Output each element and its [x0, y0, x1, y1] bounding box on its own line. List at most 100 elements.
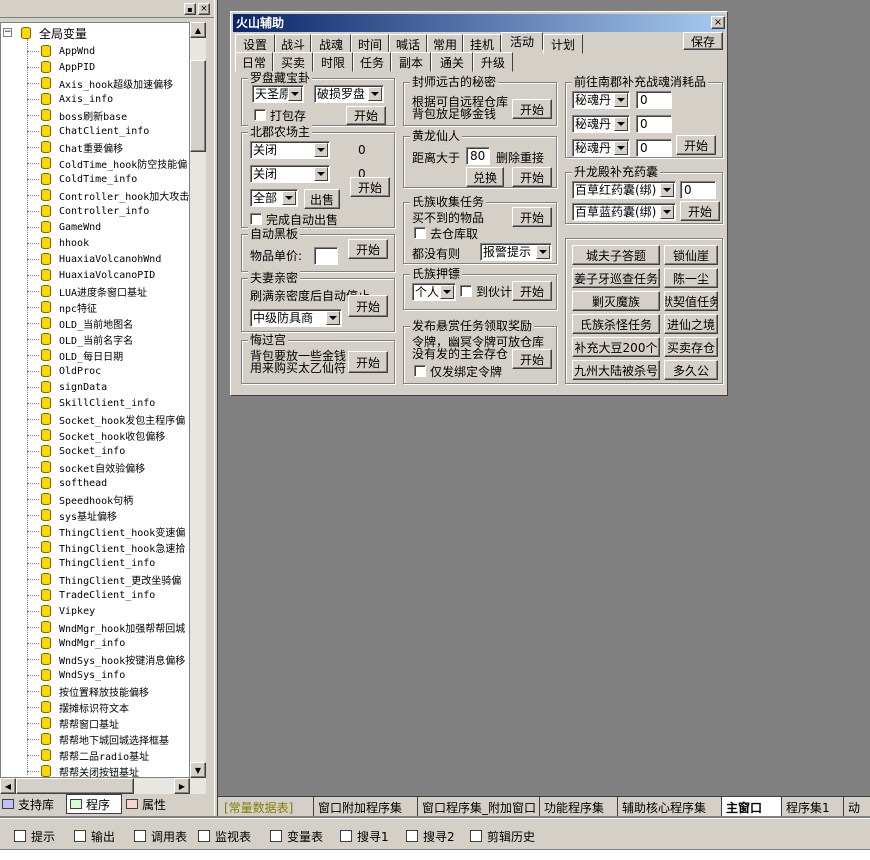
- tree-item[interactable]: 按位置释放技能偏移: [41, 683, 149, 699]
- left-tab-program[interactable]: 程序: [66, 794, 122, 814]
- tree-item[interactable]: SkillClient_info: [41, 395, 155, 411]
- clan-collect-alarm-select[interactable]: 报警提示: [480, 243, 552, 261]
- toolbar-item[interactable]: 提示: [14, 826, 55, 846]
- tree-item[interactable]: boss刷新base: [41, 107, 127, 123]
- toolbar-item[interactable]: 搜寻1: [340, 826, 389, 846]
- tab-6[interactable]: 常用: [427, 34, 463, 54]
- tab-row2-5[interactable]: 副本: [391, 52, 431, 72]
- tree-item[interactable]: OLD_当前地图名: [41, 315, 133, 331]
- hscroll-thumb[interactable]: [16, 778, 134, 794]
- tree-item[interactable]: OldProc: [41, 363, 101, 379]
- editor-tab[interactable]: [常量数据表]: [220, 797, 314, 816]
- tree-item[interactable]: hhook: [41, 235, 89, 251]
- farm-sell-button[interactable]: 出售: [304, 189, 340, 209]
- tree-item[interactable]: Socket_hook收包偏移: [41, 427, 165, 443]
- editor-tab[interactable]: 窗口程序集_附加窗口: [418, 797, 540, 816]
- blackboard-start-button[interactable]: 开始: [348, 239, 388, 259]
- toolbar-item[interactable]: 调用表: [134, 826, 187, 846]
- quick-task-button[interactable]: 默契值任务: [664, 291, 718, 311]
- window-close-button[interactable]: ×: [711, 16, 725, 29]
- toolbar-item[interactable]: 输出: [74, 826, 115, 846]
- editor-tab[interactable]: 功能程序集: [540, 797, 618, 816]
- tree-item[interactable]: 帮帮二品radio基址: [41, 747, 149, 763]
- hscroll-left-button[interactable]: ◀: [0, 778, 16, 794]
- tree-item[interactable]: WndMgr_hook加强帮帮回城: [41, 619, 185, 635]
- tab-row2-2[interactable]: 买卖: [273, 52, 313, 72]
- clan-collect-warehouse-checkbox[interactable]: [414, 227, 426, 239]
- huanglong-distance-input[interactable]: 80: [466, 147, 490, 165]
- couple-start-button[interactable]: 开始: [348, 295, 388, 317]
- project-tree[interactable]: − 全局变量 AppWnd AppPID Axis_hook超级加速偏移 Axis_i…: [0, 22, 190, 778]
- tree-item[interactable]: TradeClient_info: [41, 587, 155, 603]
- warsoul-qty-1[interactable]: 0: [636, 91, 672, 109]
- quick-task-button[interactable]: 姜子牙巡查任务: [572, 268, 660, 288]
- editor-tab[interactable]: 窗口附加程序集: [314, 797, 418, 816]
- farm-select-3[interactable]: 全部: [250, 189, 298, 207]
- tree-item[interactable]: LUA进度条窗口基址: [41, 283, 147, 299]
- editor-tab[interactable]: 动: [844, 797, 870, 816]
- warsoul-qty-3[interactable]: 0: [636, 139, 672, 157]
- tree-item[interactable]: 帮帮关闭按钮基址: [41, 763, 139, 777]
- tree-item[interactable]: Socket_info: [41, 443, 125, 459]
- tree-item[interactable]: ThingClient_hook急速拾: [41, 539, 185, 555]
- bounty-start-button[interactable]: 开始: [512, 349, 552, 369]
- potion-qty-1[interactable]: 0: [680, 181, 716, 199]
- tree-item[interactable]: Axis_info: [41, 91, 113, 107]
- left-tab-property[interactable]: 属性: [126, 795, 186, 813]
- compass-item-select[interactable]: 破损罗盘: [314, 85, 384, 103]
- farm-auto-sell-checkbox[interactable]: [250, 213, 262, 225]
- tree-item[interactable]: 摆摊标识符文本: [41, 699, 129, 715]
- tab-2[interactable]: 战斗: [275, 34, 311, 54]
- escort-mode-select[interactable]: 个人: [412, 283, 456, 301]
- tree-item[interactable]: HuaxiaVolcanohWnd: [41, 251, 161, 267]
- quick-task-button[interactable]: 买卖存仓: [664, 337, 718, 357]
- tab-row2-7[interactable]: 升级: [473, 52, 513, 72]
- toolbar-item[interactable]: 剪辑历史: [470, 826, 535, 846]
- potion-select-2[interactable]: 百草蓝药囊(绑): [572, 203, 676, 221]
- compass-start-button[interactable]: 开始: [346, 106, 386, 125]
- tree-root-label[interactable]: 全局变量: [39, 27, 87, 41]
- compass-map-select[interactable]: 天圣原: [252, 85, 304, 103]
- tree-item[interactable]: sys基址偏移: [41, 507, 117, 523]
- toolbar-item[interactable]: 监视表: [198, 826, 251, 846]
- tab-8[interactable]: 活动: [501, 32, 543, 50]
- left-tab-support[interactable]: 支持库: [2, 795, 62, 813]
- blackboard-price-input[interactable]: [314, 247, 338, 265]
- tab-7[interactable]: 挂机: [463, 34, 501, 54]
- tree-item[interactable]: HuaxiaVolcanoPID: [41, 267, 155, 283]
- tree-item[interactable]: WndSys_info: [41, 667, 125, 683]
- tree-item[interactable]: Controller_hook加大攻击: [41, 187, 189, 203]
- toolbar-item[interactable]: 搜寻2: [406, 826, 455, 846]
- tree-item[interactable]: softhead: [41, 475, 107, 491]
- tree-item[interactable]: signData: [41, 379, 107, 395]
- tree-item[interactable]: AppWnd: [41, 43, 95, 59]
- couple-shop-select[interactable]: 中级防具商: [250, 309, 342, 327]
- quick-task-button[interactable]: 补充大豆200个: [572, 337, 660, 357]
- tree-item[interactable]: WndMgr_info: [41, 635, 125, 651]
- tree-item[interactable]: Speedhook句柄: [41, 491, 133, 507]
- repent-start-button[interactable]: 开始: [348, 351, 388, 373]
- quick-task-button[interactable]: 陈一尘: [664, 268, 718, 288]
- clan-collect-start-button[interactable]: 开始: [512, 207, 552, 227]
- toolbar-item[interactable]: 变量表: [270, 826, 323, 846]
- editor-tab[interactable]: 程序集1: [782, 797, 844, 816]
- warsoul-start-button[interactable]: 开始: [676, 135, 716, 155]
- hscroll-right-button[interactable]: ▶: [174, 778, 190, 794]
- huanglong-exchange-button[interactable]: 兑换: [466, 167, 504, 187]
- editor-tab[interactable]: 主窗口: [722, 797, 782, 816]
- tab-row2-6[interactable]: 通关: [431, 52, 473, 72]
- farm-select-1[interactable]: 关闭: [250, 141, 330, 159]
- warsoul-select-2[interactable]: 秘魂丹: [572, 115, 630, 133]
- tree-item[interactable]: GameWnd: [41, 219, 101, 235]
- farm-select-2[interactable]: 关闭: [250, 165, 330, 183]
- scroll-thumb[interactable]: [190, 60, 206, 152]
- tree-item[interactable]: Vipkey: [41, 603, 95, 619]
- panel-pin-button[interactable]: ▪: [184, 3, 196, 15]
- tree-hscrollbar[interactable]: ◀ ▶: [0, 778, 206, 794]
- window-titlebar[interactable]: 火山辅助 ×: [233, 14, 725, 32]
- tab-row2-3[interactable]: 时限: [313, 52, 353, 72]
- tab-9[interactable]: 计划: [543, 34, 583, 54]
- warsoul-qty-2[interactable]: 0: [636, 115, 672, 133]
- compass-pack-checkbox[interactable]: [254, 109, 266, 121]
- tree-scrollbar[interactable]: ▲ ▼: [190, 22, 206, 778]
